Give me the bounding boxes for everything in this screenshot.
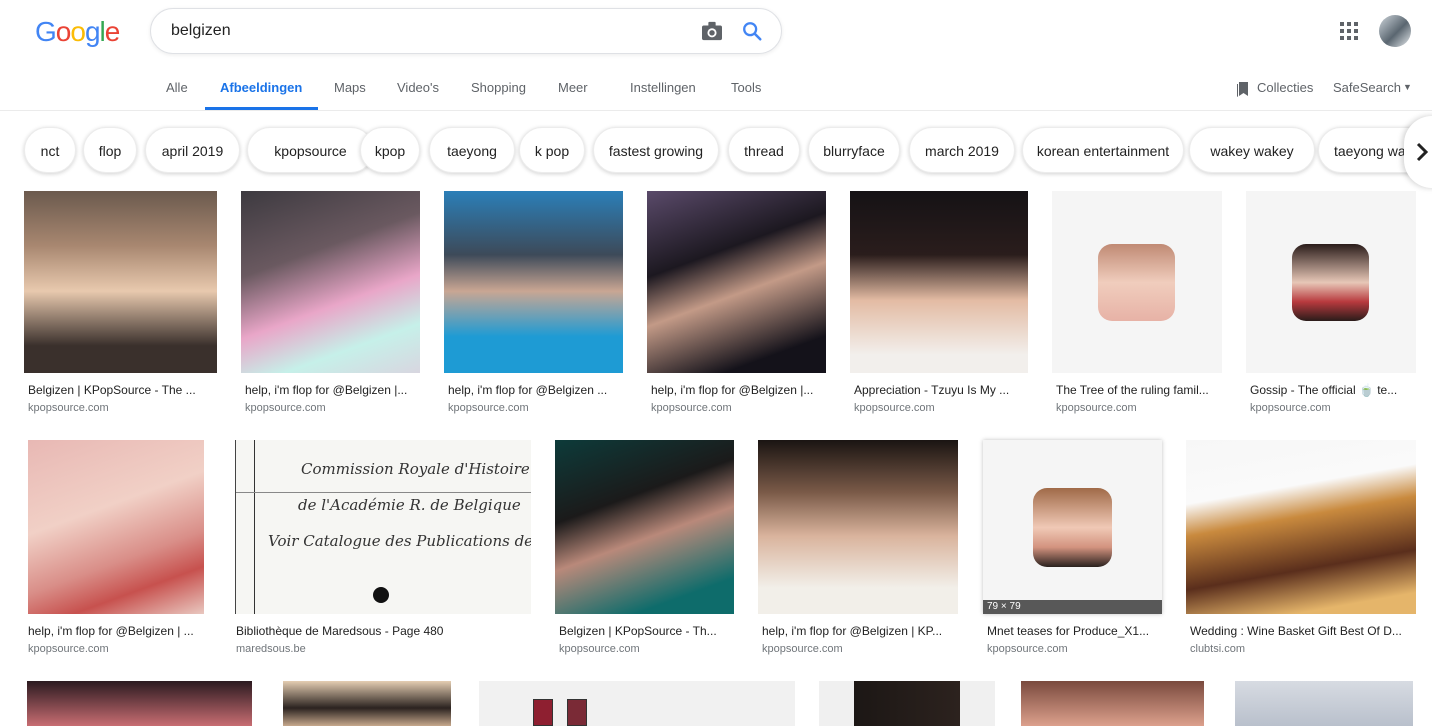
result-title[interactable]: help, i'm flop for @Belgizen |... — [651, 383, 827, 397]
result-thumbnail[interactable] — [758, 440, 958, 614]
result-source[interactable]: kpopsource.com — [245, 402, 326, 414]
result-thumbnail[interactable] — [1235, 681, 1413, 726]
tab-afbeeldingen[interactable]: Afbeeldingen — [220, 80, 302, 95]
result-thumbnail[interactable] — [241, 191, 420, 373]
result-title[interactable]: help, i'm flop for @Belgizen |... — [245, 383, 421, 397]
result-thumbnail[interactable] — [1052, 191, 1222, 373]
apps-grid-icon[interactable] — [1340, 22, 1358, 40]
chip[interactable]: blurryface — [808, 127, 900, 173]
thumbnail-image — [567, 699, 587, 726]
result-source[interactable]: maredsous.be — [236, 643, 306, 655]
page-margin-line — [254, 440, 255, 614]
result-thumbnail[interactable] — [555, 440, 734, 614]
result-thumbnail[interactable] — [1186, 440, 1416, 614]
chips-next-button[interactable] — [1404, 116, 1432, 188]
handwritten-line: Commission Royale d'Histoire — [301, 460, 530, 478]
chip[interactable]: kpop — [360, 127, 420, 173]
result-source[interactable]: kpopsource.com — [448, 402, 529, 414]
result-thumbnail[interactable] — [1246, 191, 1416, 373]
tab-maps[interactable]: Maps — [334, 80, 366, 95]
result-source[interactable]: kpopsource.com — [1056, 402, 1137, 414]
result-source[interactable]: kpopsource.com — [559, 643, 640, 655]
result-title[interactable]: Belgizen | KPopSource - Th... — [559, 624, 729, 638]
chip[interactable]: nct — [24, 127, 76, 173]
result-source[interactable]: kpopsource.com — [28, 643, 109, 655]
search-icon[interactable] — [741, 20, 763, 42]
bookmark-icon[interactable] — [1236, 81, 1250, 97]
image-dimensions-label: 79 × 79 — [983, 600, 1162, 614]
result-thumbnail[interactable] — [444, 191, 623, 373]
google-logo[interactable]: Google — [35, 16, 121, 48]
result-thumbnail[interactable] — [24, 191, 217, 373]
result-thumbnail[interactable] — [850, 191, 1028, 373]
result-title[interactable]: Belgizen | KPopSource - The ... — [28, 383, 218, 397]
tab-instellingen[interactable]: Instellingen — [630, 80, 696, 95]
ink-blot — [373, 587, 389, 603]
active-tab-indicator — [205, 107, 318, 110]
logo-letter: o — [55, 16, 72, 47]
result-thumbnail[interactable] — [27, 681, 252, 726]
result-thumbnail[interactable] — [647, 191, 826, 373]
result-title[interactable]: Bibliothèque de Maredsous - Page 480 — [236, 624, 532, 638]
chip[interactable]: taeyong — [429, 127, 515, 173]
result-thumbnail[interactable]: Commission Royale d'Histoire de l'Académ… — [235, 440, 531, 614]
result-title[interactable]: help, i'm flop for @Belgizen | ... — [28, 624, 204, 638]
result-source[interactable]: kpopsource.com — [28, 402, 109, 414]
chip[interactable]: april 2019 — [145, 127, 240, 173]
result-source[interactable]: kpopsource.com — [854, 402, 935, 414]
thumbnail-image — [1033, 488, 1112, 567]
result-title[interactable]: help, i'm flop for @Belgizen ... — [448, 383, 624, 397]
chip[interactable]: thread — [728, 127, 800, 173]
chip[interactable]: wakey wakey — [1189, 127, 1315, 173]
search-input[interactable]: belgizen — [171, 22, 231, 40]
result-title[interactable]: The Tree of the ruling famil... — [1056, 383, 1222, 397]
tab-tools[interactable]: Tools — [731, 80, 761, 95]
result-source[interactable]: kpopsource.com — [651, 402, 732, 414]
page-rule-line — [236, 492, 531, 493]
result-title[interactable]: Appreciation - Tzuyu Is My ... — [854, 383, 1029, 397]
result-thumbnail[interactable] — [28, 440, 204, 614]
result-source[interactable]: kpopsource.com — [762, 643, 843, 655]
chevron-right-icon — [1416, 142, 1429, 162]
caret-down-icon: ▼ — [1402, 82, 1412, 92]
chip[interactable]: flop — [83, 127, 137, 173]
result-source[interactable]: kpopsource.com — [1250, 402, 1331, 414]
result-thumbnail[interactable] — [283, 681, 451, 726]
camera-icon[interactable] — [701, 21, 723, 41]
handwritten-line: Voir Catalogue des Publications de la ..… — [268, 532, 531, 550]
collections-link[interactable]: Collecties — [1257, 80, 1313, 95]
result-source[interactable]: clubtsi.com — [1190, 643, 1245, 655]
search-box[interactable]: belgizen — [150, 8, 782, 54]
result-title[interactable]: Gossip - The official 🍵 te... — [1250, 383, 1410, 397]
search-tabs: Alle Afbeeldingen Maps Video's Shopping … — [0, 64, 1432, 111]
result-title[interactable]: Mnet teases for Produce_X1... — [987, 624, 1159, 638]
result-thumbnail[interactable]: 79 × 79 — [983, 440, 1162, 614]
thumbnail-image — [533, 699, 553, 726]
result-title[interactable]: Wedding : Wine Basket Gift Best Of D... — [1190, 624, 1416, 638]
chip[interactable]: march 2019 — [909, 127, 1015, 173]
tab-alle[interactable]: Alle — [166, 80, 188, 95]
chip[interactable]: k pop — [519, 127, 585, 173]
result-thumbnail[interactable] — [1021, 681, 1204, 726]
safesearch-label: SafeSearch — [1333, 80, 1401, 95]
logo-letter: G — [35, 16, 57, 47]
chip[interactable]: korean entertainment — [1022, 127, 1184, 173]
chip[interactable]: fastest growing — [593, 127, 719, 173]
handwritten-line: de l'Académie R. de Belgique — [298, 496, 521, 514]
tab-meer[interactable]: Meer — [558, 80, 588, 95]
safesearch-menu[interactable]: SafeSearch ▼ — [1333, 80, 1412, 95]
logo-letter: e — [104, 16, 121, 47]
tab-videos[interactable]: Video's — [397, 80, 439, 95]
chip[interactable]: kpopsource — [247, 127, 374, 173]
thumbnail-image — [1292, 244, 1369, 321]
thumbnail-image — [1098, 244, 1175, 321]
logo-letter: g — [84, 16, 101, 47]
result-title[interactable]: help, i'm flop for @Belgizen | KP... — [762, 624, 958, 638]
result-thumbnail[interactable] — [819, 681, 995, 726]
tab-shopping[interactable]: Shopping — [471, 80, 526, 95]
avatar[interactable] — [1379, 15, 1411, 47]
result-thumbnail[interactable] — [479, 681, 795, 726]
result-source[interactable]: kpopsource.com — [987, 643, 1068, 655]
logo-letter: o — [70, 16, 86, 47]
